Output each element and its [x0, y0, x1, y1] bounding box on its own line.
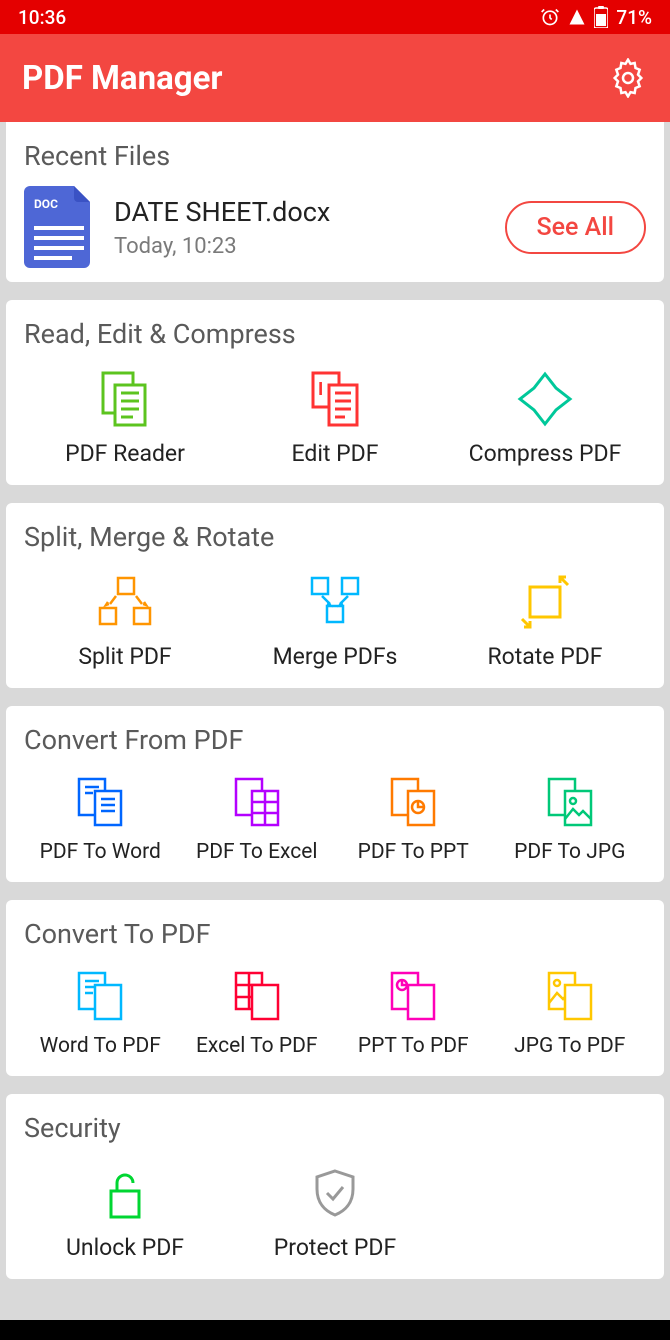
- excel-to-pdf-icon: [230, 969, 284, 1023]
- compress-pdf-icon: [514, 368, 576, 430]
- split-pdf-button[interactable]: Split PDF: [24, 567, 226, 674]
- pdf-to-ppt-icon: [386, 775, 440, 829]
- svg-text:DOC: DOC: [34, 197, 58, 211]
- shield-icon: [307, 1165, 363, 1221]
- tool-label: PDF To Excel: [196, 840, 318, 864]
- edit-pdf-icon: I: [305, 369, 365, 429]
- recent-title: Recent Files: [24, 140, 646, 172]
- pdf-to-excel-button[interactable]: PDF To Excel: [181, 770, 334, 868]
- tool-label: Split PDF: [78, 643, 171, 670]
- convert-to-card: Convert To PDF Word To PDF Excel To PDF …: [6, 900, 664, 1076]
- pdf-to-excel-icon: [230, 775, 284, 829]
- pdf-reader-icon: [95, 369, 155, 429]
- navigation-bar: [0, 1320, 670, 1340]
- convert-from-card: Convert From PDF PDF To Word PDF To Exce…: [6, 706, 664, 882]
- tool-label: Rotate PDF: [487, 643, 602, 670]
- alarm-icon: [540, 7, 560, 27]
- rotate-pdf-icon: [516, 573, 574, 631]
- svg-text:I: I: [318, 379, 323, 400]
- split-merge-title: Split, Merge & Rotate: [24, 521, 646, 553]
- convert-from-title: Convert From PDF: [24, 724, 646, 756]
- rotate-pdf-button[interactable]: Rotate PDF: [444, 567, 646, 674]
- tool-label: Merge PDFs: [273, 643, 398, 670]
- docx-file-icon: DOC: [24, 186, 96, 268]
- tool-label: PDF To PPT: [358, 840, 469, 864]
- merge-pdfs-button[interactable]: Merge PDFs: [234, 567, 436, 674]
- battery-percent: 71%: [616, 6, 652, 29]
- security-title: Security: [24, 1112, 646, 1144]
- merge-pdfs-icon: [304, 574, 366, 630]
- settings-icon[interactable]: [608, 58, 648, 98]
- tool-label: Word To PDF: [40, 1034, 161, 1058]
- file-name: DATE SHEET.docx: [114, 196, 487, 228]
- edit-pdf-button[interactable]: I Edit PDF: [234, 364, 436, 471]
- tool-label: PPT To PDF: [358, 1034, 469, 1058]
- tool-label: Edit PDF: [292, 440, 379, 467]
- security-card: Security Unlock PDF Protect PDF: [6, 1094, 664, 1279]
- status-time: 10:36: [18, 6, 66, 29]
- tool-label: PDF To Word: [40, 840, 161, 864]
- file-time: Today, 10:23: [114, 234, 487, 259]
- recent-file-item[interactable]: DATE SHEET.docx Today, 10:23: [114, 196, 487, 259]
- jpg-to-pdf-button[interactable]: JPG To PDF: [494, 964, 647, 1062]
- tool-label: Protect PDF: [274, 1234, 397, 1261]
- tool-label: PDF To JPG: [514, 840, 625, 864]
- protect-pdf-button[interactable]: Protect PDF: [234, 1158, 436, 1265]
- pdf-to-word-icon: [73, 775, 127, 829]
- split-merge-card: Split, Merge & Rotate Split PDF Merge PD…: [6, 503, 664, 688]
- status-right: 71%: [540, 6, 652, 29]
- ppt-to-pdf-button[interactable]: PPT To PDF: [337, 964, 490, 1062]
- battery-icon: [594, 6, 608, 28]
- pdf-to-word-button[interactable]: PDF To Word: [24, 770, 177, 868]
- ppt-to-pdf-icon: [386, 969, 440, 1023]
- excel-to-pdf-button[interactable]: Excel To PDF: [181, 964, 334, 1062]
- unlock-pdf-button[interactable]: Unlock PDF: [24, 1158, 226, 1265]
- word-to-pdf-icon: [73, 969, 127, 1023]
- word-to-pdf-button[interactable]: Word To PDF: [24, 964, 177, 1062]
- tool-label: JPG To PDF: [514, 1034, 625, 1058]
- compress-pdf-button[interactable]: Compress PDF: [444, 364, 646, 471]
- tool-label: Compress PDF: [469, 440, 622, 467]
- app-bar: PDF Manager: [0, 34, 670, 122]
- app-title: PDF Manager: [22, 59, 223, 98]
- pdf-to-ppt-button[interactable]: PDF To PPT: [337, 770, 490, 868]
- jpg-to-pdf-icon: [543, 969, 597, 1023]
- pdf-reader-button[interactable]: PDF Reader: [24, 364, 226, 471]
- split-pdf-icon: [94, 574, 156, 630]
- pdf-to-jpg-button[interactable]: PDF To JPG: [494, 770, 647, 868]
- status-bar: 10:36 71%: [0, 0, 670, 34]
- tool-label: PDF Reader: [65, 440, 185, 467]
- unlock-icon: [97, 1165, 153, 1221]
- recent-files-card: Recent Files DOC DATE SHEET.docx Today, …: [6, 122, 664, 282]
- see-all-button[interactable]: See All: [505, 201, 646, 254]
- signal-icon: [568, 8, 586, 26]
- tool-label: Excel To PDF: [196, 1034, 318, 1058]
- read-edit-title: Read, Edit & Compress: [24, 318, 646, 350]
- read-edit-card: Read, Edit & Compress PDF Reader I Edit …: [6, 300, 664, 485]
- pdf-to-jpg-icon: [543, 775, 597, 829]
- tool-label: Unlock PDF: [66, 1234, 184, 1261]
- convert-to-title: Convert To PDF: [24, 918, 646, 950]
